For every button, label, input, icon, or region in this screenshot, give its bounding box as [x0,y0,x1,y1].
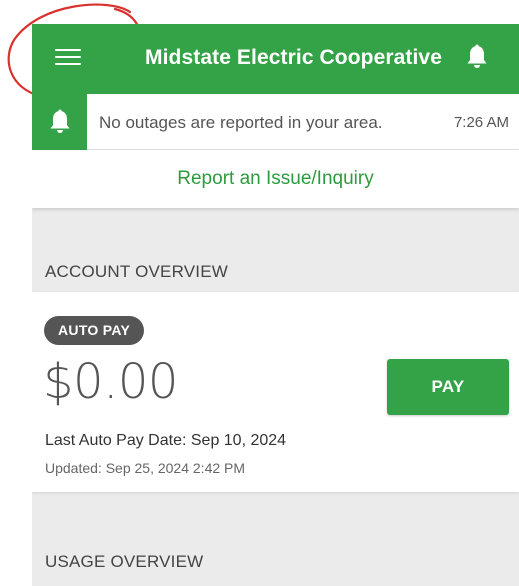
alert-message: No outages are reported in your area. [99,113,383,132]
alert-bell-box [32,94,87,150]
report-issue-link[interactable]: Report an Issue/Inquiry [32,168,519,190]
account-overview-card: AUTO PAY $0.00 PAY Last Auto Pay Date: S… [32,292,519,492]
menu-icon[interactable] [55,46,81,68]
balance-amount: $0.00 [43,354,178,410]
app-title: Midstate Electric Cooperative [145,46,442,69]
bell-icon [50,109,69,133]
alert-time: 7:26 AM [453,114,509,131]
bell-icon[interactable] [466,44,488,70]
updated-timestamp: Updated: Sep 25, 2024 2:42 PM [45,460,246,476]
account-overview-heading: ACCOUNT OVERVIEW [45,262,228,281]
pay-button[interactable]: PAY [387,359,509,415]
app-bar: Midstate Electric Cooperative [32,24,519,94]
report-issue-row: Report an Issue/Inquiry [32,150,519,208]
outage-alert[interactable]: No outages are reported in your area. 7:… [32,94,519,150]
last-auto-pay-date: Last Auto Pay Date: Sep 10, 2024 [45,432,287,449]
auto-pay-badge: AUTO PAY [44,316,145,345]
app-screen: Midstate Electric Cooperative No outages… [32,24,519,586]
usage-overview-heading: USAGE OVERVIEW [45,552,204,571]
